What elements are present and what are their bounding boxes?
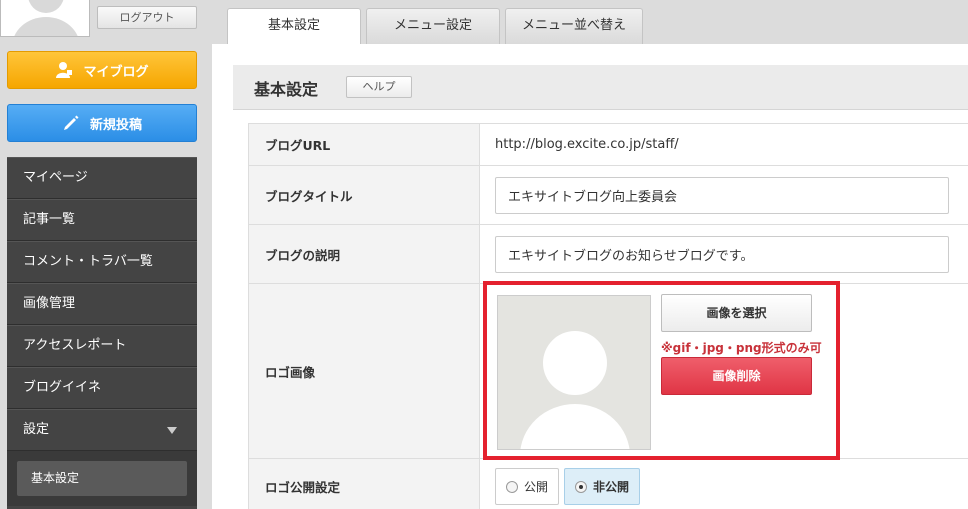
section-header: 基本設定 ヘルプ [233, 65, 968, 110]
sidebar-item-settings[interactable]: 設定 [7, 409, 197, 451]
my-blog-label: マイブログ [83, 64, 149, 80]
sidebar-item-settings-label: 設定 [23, 422, 50, 437]
delete-image-button[interactable]: 画像削除 [661, 357, 812, 395]
radio-private[interactable]: 非公開 [564, 468, 641, 505]
select-image-button[interactable]: 画像を選択 [661, 294, 812, 332]
pencil-icon [63, 115, 79, 130]
user-icon [56, 62, 73, 78]
logo-image-highlight: 画像を選択 ※gif・jpg・png形式のみ可 画像削除 [483, 281, 840, 460]
radio-public[interactable]: 公開 [495, 468, 560, 505]
blog-title-label: ブログタイトル [249, 166, 480, 224]
format-note: ※gif・jpg・png形式のみ可 [661, 341, 822, 355]
form-row-description: ブログの説明 エキサイトブログのお知らせブログです。 [249, 225, 968, 284]
logout-button[interactable]: ログアウト [97, 6, 197, 29]
caret-down-icon [167, 427, 177, 434]
sidebar-item-access-report[interactable]: アクセスレポート [7, 325, 197, 367]
sidebar-item-comments[interactable]: コメント・トラバ一覧 [7, 241, 197, 283]
radio-private-label: 非公開 [593, 480, 630, 494]
help-button[interactable]: ヘルプ [346, 76, 412, 98]
sidebar-item-blog-iine[interactable]: ブログイイネ [7, 367, 197, 409]
tab-menu-settings[interactable]: メニュー設定 [366, 8, 500, 44]
radio-public-label: 公開 [524, 480, 549, 494]
logo-publish-radio-group: 公開 非公開 [495, 468, 641, 505]
blog-description-label: ブログの説明 [249, 225, 480, 283]
logo-publish-label: ロゴ公開設定 [249, 459, 480, 509]
form-row-title: ブログタイトル エキサイトブログ向上委員会 [249, 166, 968, 225]
sidebar-subitem-basic-settings[interactable]: 基本設定 [17, 461, 187, 496]
main-panel: 基本設定 ヘルプ ブログURL http://blog.excite.co.jp… [212, 44, 968, 509]
blog-description-input[interactable]: エキサイトブログのお知らせブログです。 [495, 235, 949, 273]
page-title: 基本設定 [254, 80, 319, 99]
sidebar-nav: マイページ 記事一覧 コメント・トラバ一覧 画像管理 アクセスレポート ブログイ… [7, 157, 197, 509]
tab-menu-order[interactable]: メニュー並べ替え [505, 8, 643, 44]
logo-preview-image [497, 295, 651, 450]
radio-circle-checked-icon [575, 480, 588, 493]
user-avatar[interactable] [0, 0, 90, 37]
blog-title-input[interactable]: エキサイトブログ向上委員会 [495, 176, 949, 214]
tab-basic-settings[interactable]: 基本設定 [227, 8, 361, 45]
sidebar-item-images[interactable]: 画像管理 [7, 283, 197, 325]
sidebar-item-mypage[interactable]: マイページ [7, 157, 197, 199]
my-blog-button[interactable]: マイブログ [7, 51, 197, 89]
logo-image-label: ロゴ画像 [249, 284, 480, 458]
sidebar-item-articles[interactable]: 記事一覧 [7, 199, 197, 241]
blog-url-value: http://blog.excite.co.jp/staff/ [495, 137, 679, 152]
radio-circle-icon [506, 480, 518, 493]
form-row-url: ブログURL http://blog.excite.co.jp/staff/ [249, 124, 968, 166]
blog-url-label: ブログURL [249, 124, 480, 165]
new-post-button[interactable]: 新規投稿 [7, 104, 197, 142]
settings-submenu: 基本設定 [7, 451, 197, 506]
new-post-label: 新規投稿 [89, 117, 142, 133]
form-row-logo-publish: ロゴ公開設定 公開 非公開 [249, 459, 968, 509]
